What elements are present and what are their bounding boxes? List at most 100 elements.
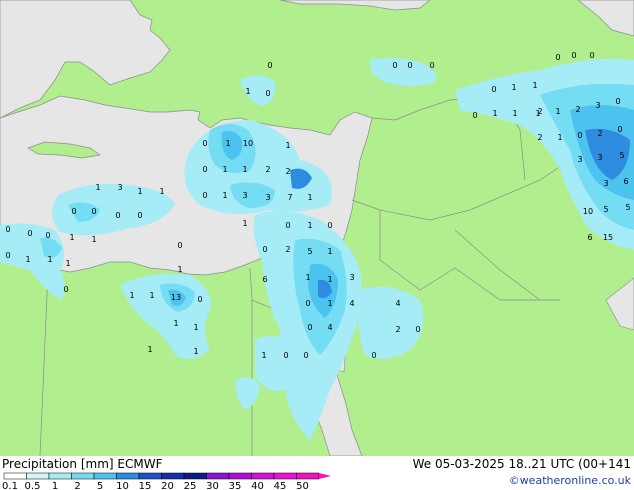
precip-value-label: 0 <box>202 191 207 200</box>
precip-value-label: 0 <box>283 351 288 360</box>
legend-tick-label: 0.5 <box>25 481 41 490</box>
legend-tick-label: 30 <box>206 481 219 490</box>
precip-value-label: 5 <box>603 205 608 214</box>
precip-value-label: 0 <box>91 207 96 216</box>
precip-value-label: 1 <box>285 141 290 150</box>
forecast-datetime: We 05-03-2025 18..21 UTC (00+141 <box>412 457 631 471</box>
precip-value-label: 6 <box>587 233 592 242</box>
precip-value-label: 1 <box>222 165 227 174</box>
legend-swatch <box>183 472 207 480</box>
precip-value-label: 3 <box>265 193 270 202</box>
legend-tick-label: 1 <box>52 481 58 490</box>
precip-value-label: 0 <box>555 53 560 62</box>
precip-value-label: 2 <box>537 133 542 142</box>
precip-value-label: 0 <box>45 231 50 240</box>
legend-swatch <box>48 472 72 480</box>
legend-swatches <box>3 472 331 480</box>
precip-value-label: 0 <box>115 211 120 220</box>
precip-value-label: 4 <box>349 299 354 308</box>
precip-value-label: 10 <box>583 207 593 216</box>
precip-value-label: 1 <box>173 319 178 328</box>
legend-tick-label: 50 <box>296 481 309 490</box>
legend-swatch <box>3 472 27 480</box>
precip-value-label: 3 <box>597 153 602 162</box>
precip-value-label: 0 <box>137 211 142 220</box>
precip-value-label: 3 <box>595 101 600 110</box>
precip-value-label: 0 <box>267 61 272 70</box>
precip-value-label: 1 <box>535 109 540 118</box>
precip-value-label: 5 <box>619 151 624 160</box>
precip-value-label: 1 <box>47 255 52 264</box>
legend-tick-label: 0.1 <box>2 481 18 490</box>
precip-value-label: 1 <box>305 273 310 282</box>
legend-swatch <box>273 472 297 480</box>
precip-value-label: 1 <box>177 265 182 274</box>
precip-value-label: 0 <box>303 351 308 360</box>
precip-value-label: 0 <box>491 85 496 94</box>
precip-value-label: 0 <box>262 245 267 254</box>
precip-value-label: 2 <box>285 245 290 254</box>
precip-value-label: 0 <box>577 131 582 140</box>
precip-value-label: 7 <box>287 193 292 202</box>
precip-value-label: 3 <box>242 191 247 200</box>
precip-value-label: 1 <box>193 347 198 356</box>
precip-value-label: 2 <box>575 105 580 114</box>
legend-swatch <box>251 472 275 480</box>
legend-swatch <box>71 472 95 480</box>
precip-value-label: 5 <box>625 203 630 212</box>
precip-value-label: 1 <box>65 259 70 268</box>
legend-swatch <box>206 472 230 480</box>
precip-value-label: 0 <box>307 323 312 332</box>
precipitation-map: 0 1 0 0 0 0 0 0 0 1 0 1 2 2 3 0 0 1 1 1 1 2 1 0 2 0 3 3 5 3 6 10 5 5 15 6 0 1… <box>0 0 634 456</box>
precip-value-label: 1 <box>327 247 332 256</box>
precip-value-label: 0 <box>265 89 270 98</box>
precip-value-label: 1 <box>137 187 142 196</box>
legend-tick-label: 45 <box>274 481 287 490</box>
legend-tick-label: 25 <box>184 481 197 490</box>
precip-value-label: 3 <box>349 273 354 282</box>
precip-value-label: 0 <box>472 111 477 120</box>
precip-value-label: 1 <box>261 351 266 360</box>
precip-value-label: 1 <box>327 275 332 284</box>
legend-tick-label: 20 <box>161 481 174 490</box>
legend-tick-label: 40 <box>251 481 264 490</box>
precip-value-label: 0 <box>415 325 420 334</box>
precip-value-label: 1 <box>25 255 30 264</box>
precip-value-label: 1 <box>222 191 227 200</box>
precip-value-label: 1 <box>225 139 230 148</box>
precip-value-label: 1 <box>91 235 96 244</box>
legend-swatch <box>26 472 50 480</box>
precip-value-label: 1 <box>69 233 74 242</box>
precip-value-label: 0 <box>5 225 10 234</box>
legend-swatch <box>93 472 117 480</box>
precip-value-label: 1 <box>242 165 247 174</box>
precip-value-label: 0 <box>285 221 290 230</box>
precip-value-label: 2 <box>597 129 602 138</box>
precip-value-label: 1 <box>511 83 516 92</box>
precip-value-label: 0 <box>615 97 620 106</box>
precip-value-label: 3 <box>577 155 582 164</box>
legend-tick-label: 5 <box>97 481 103 490</box>
precip-value-label: 1 <box>95 183 100 192</box>
precip-value-label: 0 <box>327 221 332 230</box>
precip-value-label: 10 <box>243 139 253 148</box>
legend-swatch <box>161 472 185 480</box>
precip-value-label: 0 <box>63 285 68 294</box>
precip-value-label: 0 <box>71 207 76 216</box>
precip-value-label: 13 <box>171 293 181 302</box>
legend-swatch <box>116 472 140 480</box>
precip-value-label: 5 <box>307 247 312 256</box>
footer-bar: Precipitation [mm] ECMWF We 05-03-2025 1… <box>0 456 634 490</box>
precip-value-label: 0 <box>177 241 182 250</box>
precip-value-label: 0 <box>392 61 397 70</box>
legend-tick-label: 10 <box>116 481 129 490</box>
precip-value-label: 3 <box>603 179 608 188</box>
precip-value-label: 15 <box>603 233 613 242</box>
precip-value-label: 0 <box>371 351 376 360</box>
credit-link[interactable]: ©weatheronline.co.uk <box>509 474 631 487</box>
precip-value-label: 1 <box>555 107 560 116</box>
legend-swatch <box>296 472 320 480</box>
precip-value-label: 1 <box>327 299 332 308</box>
precip-value-label: 1 <box>193 323 198 332</box>
precip-value-label: 2 <box>265 165 270 174</box>
